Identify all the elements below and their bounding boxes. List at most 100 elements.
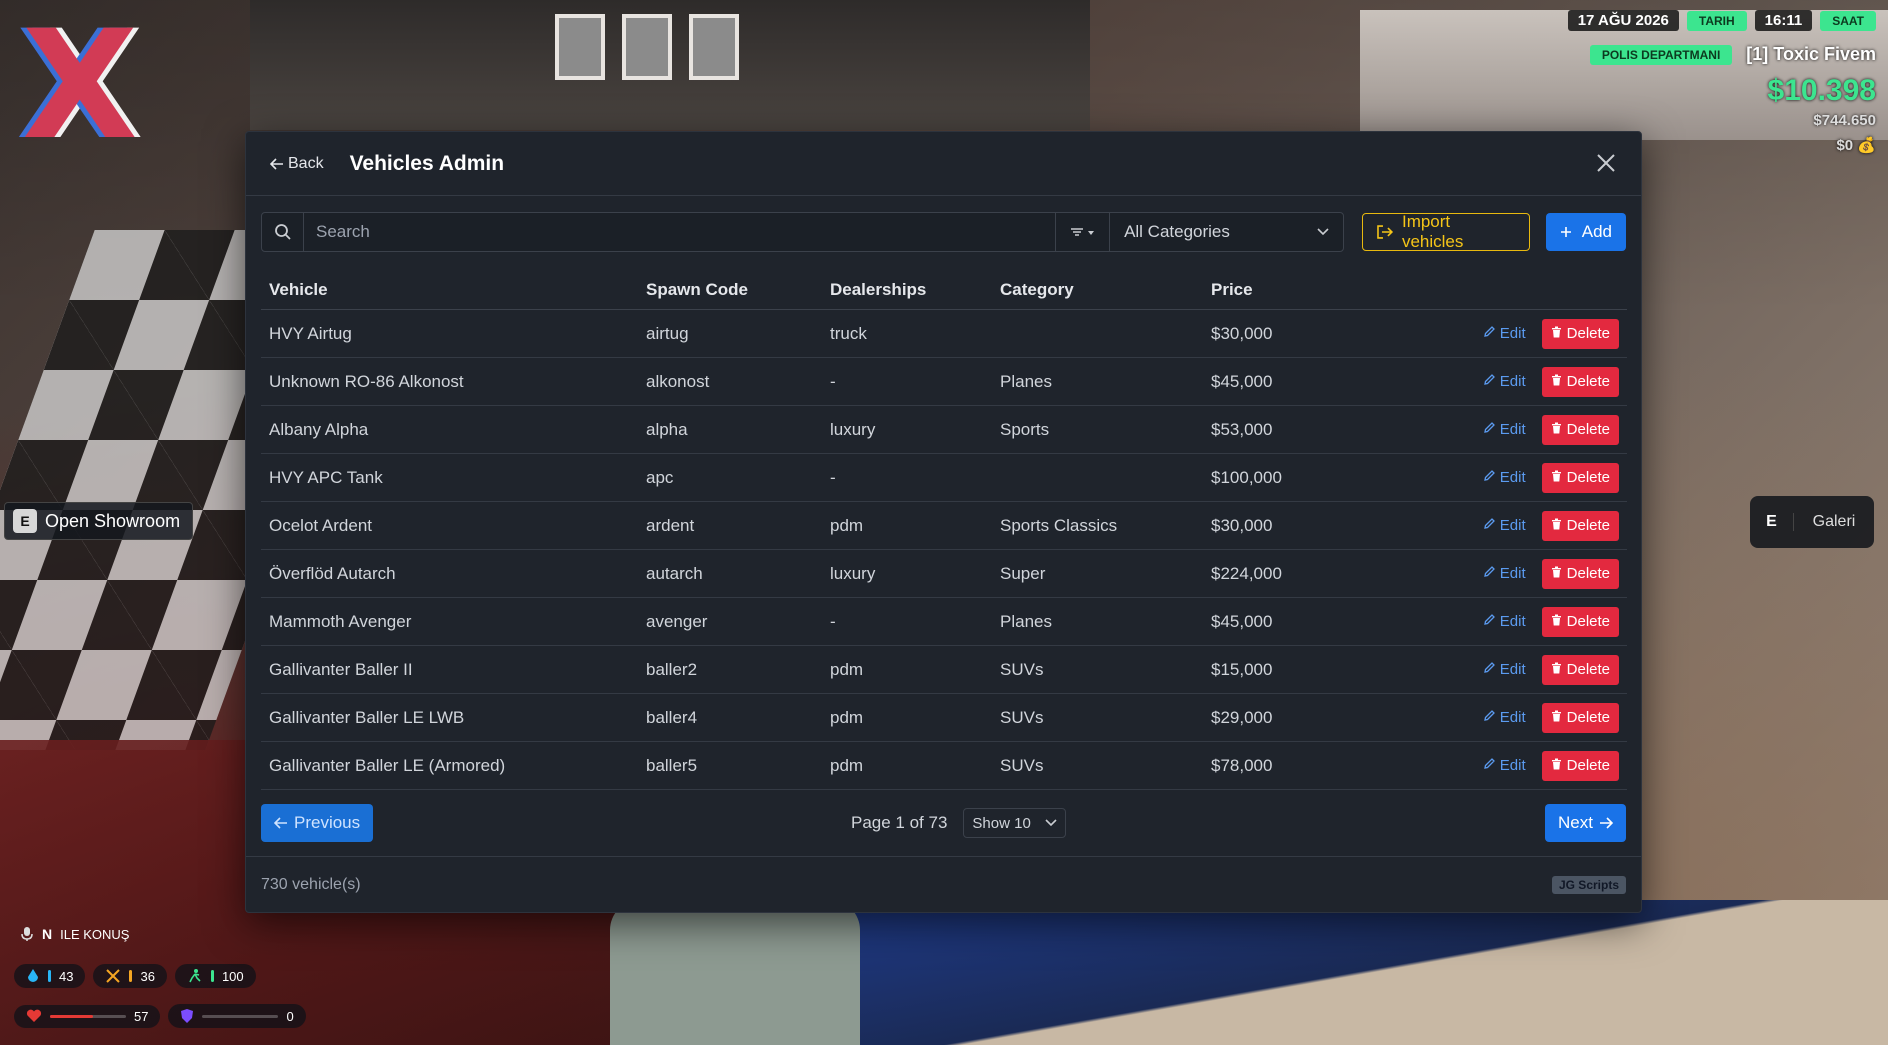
category: Super: [1000, 563, 1046, 583]
dealership: -: [830, 371, 836, 391]
delete-button[interactable]: Delete: [1541, 702, 1619, 733]
row-actions: Edit Delete: [1411, 462, 1627, 493]
delete-button[interactable]: Delete: [1541, 558, 1619, 589]
table-row: Gallivanter Baller LE (Armored) baller5 pd…: [261, 742, 1627, 790]
page-size-select[interactable]: Show 10: [963, 808, 1066, 838]
row-actions: Edit Delete: [1411, 558, 1627, 589]
add-button[interactable]: Add: [1545, 213, 1626, 251]
back-button[interactable]: Back: [270, 155, 324, 173]
running-icon: [189, 969, 201, 983]
health-bar: [50, 1014, 126, 1018]
edit-button[interactable]: Edit: [1483, 661, 1526, 678]
column-category: Category: [1000, 279, 1074, 299]
chevron-down-icon: [1045, 819, 1057, 827]
search-input[interactable]: [304, 213, 1056, 251]
price: $100,000: [1211, 467, 1282, 487]
voice-hint: N ILE KONUŞ: [20, 926, 129, 942]
edit-button[interactable]: Edit: [1483, 517, 1526, 534]
delete-button[interactable]: Delete: [1541, 654, 1619, 685]
arrow-left-icon: [270, 157, 283, 170]
edit-button[interactable]: Edit: [1483, 709, 1526, 726]
hud-time-label: SAAT: [1820, 10, 1876, 31]
edit-button[interactable]: Edit: [1483, 757, 1526, 774]
edit-button[interactable]: Edit: [1483, 613, 1526, 630]
vehicle-name: Gallivanter Baller LE LWB: [269, 707, 465, 727]
trash-icon: [1551, 517, 1562, 534]
brand-badge: JG Scripts: [1551, 875, 1626, 894]
row-actions: Edit Delete: [1411, 414, 1627, 445]
table-row: HVY APC Tank apc - $100,000 Edit Delete: [261, 454, 1627, 502]
delete-label: Delete: [1566, 373, 1610, 390]
delete-label: Delete: [1566, 661, 1610, 678]
background-wall: [250, 0, 1090, 130]
edit-button[interactable]: Edit: [1483, 421, 1526, 438]
trash-icon: [1551, 373, 1562, 390]
voice-label: ILE KONUŞ: [60, 926, 130, 942]
delete-button[interactable]: Delete: [1541, 462, 1619, 493]
delete-button[interactable]: Delete: [1541, 366, 1619, 397]
import-vehicles-button[interactable]: Import vehicles: [1362, 212, 1530, 251]
category: Sports: [1000, 419, 1050, 439]
category: Sports Classics: [1000, 515, 1118, 535]
import-vehicles-label: Import vehicles: [1401, 212, 1464, 251]
showroom-label: Open Showroom: [45, 510, 181, 531]
spawn-code: alkonost: [646, 371, 710, 391]
armor-bar: [202, 1014, 279, 1018]
filter-icon: [1070, 228, 1094, 236]
table-row: Ocelot Ardent ardent pdm Sports Classics $30…: [261, 502, 1627, 550]
edit-button[interactable]: Edit: [1483, 325, 1526, 342]
import-icon: [1377, 225, 1394, 239]
hud-datetime: 17 AĞU 2026 TARIH 16:11 SAAT: [1567, 10, 1876, 31]
food-stat: 36: [93, 964, 167, 988]
previous-button[interactable]: Previous: [261, 804, 374, 842]
water-drop-icon: [28, 969, 38, 982]
edit-button[interactable]: Edit: [1483, 565, 1526, 582]
table-row: Överflöd Autarch autarch luxury Super $224,0…: [261, 550, 1627, 598]
background-frame: [622, 14, 672, 80]
spawn-code: baller4: [646, 707, 698, 727]
dealership: -: [830, 467, 836, 487]
column-spawn-code: Spawn Code: [646, 279, 749, 299]
price: $15,000: [1211, 659, 1273, 679]
water-bar-icon: [48, 970, 51, 982]
edit-button[interactable]: Edit: [1483, 373, 1526, 390]
search-icon: [262, 213, 304, 251]
delete-button[interactable]: Delete: [1541, 606, 1619, 637]
background-frame: [555, 14, 605, 80]
vehicle-count: 730 vehicle(s): [261, 875, 361, 893]
vehicle-name: Gallivanter Baller LE (Armored): [269, 755, 506, 775]
table-header: Vehicle Spawn Code Dealerships Category …: [261, 270, 1627, 310]
arrow-right-icon: [1600, 817, 1613, 829]
category-select[interactable]: All Categories: [1109, 213, 1343, 251]
delete-button[interactable]: Delete: [1541, 318, 1619, 349]
filter-button[interactable]: [1055, 213, 1109, 251]
delete-button[interactable]: Delete: [1541, 414, 1619, 445]
galeri-hint: E Galeri: [1750, 496, 1874, 548]
modal-header: Back Vehicles Admin: [246, 132, 1641, 196]
page-title: Vehicles Admin: [349, 151, 505, 175]
pencil-icon: [1483, 661, 1496, 678]
edit-button[interactable]: Edit: [1483, 469, 1526, 486]
dealership: luxury: [830, 563, 876, 583]
spawn-code: baller5: [646, 755, 698, 775]
delete-label: Delete: [1566, 613, 1610, 630]
price: $45,000: [1211, 611, 1273, 631]
dealership: pdm: [830, 755, 864, 775]
next-button[interactable]: Next: [1545, 804, 1626, 842]
delete-button[interactable]: Delete: [1541, 750, 1619, 781]
trash-icon: [1551, 469, 1562, 486]
column-price: Price: [1211, 279, 1253, 299]
pencil-icon: [1483, 373, 1496, 390]
shield-icon: [181, 1009, 194, 1023]
delete-label: Delete: [1566, 421, 1610, 438]
next-label: Next: [1558, 813, 1593, 832]
row-actions: Edit Delete: [1411, 654, 1627, 685]
delete-button[interactable]: Delete: [1541, 510, 1619, 541]
page-size-value: Show 10: [972, 814, 1031, 832]
close-icon[interactable]: [1593, 150, 1619, 176]
edit-label: Edit: [1499, 661, 1526, 678]
column-vehicle: Vehicle: [269, 279, 328, 299]
dealership: pdm: [830, 515, 864, 535]
pagination: Previous Page 1 of 73 Show 10 Next: [261, 804, 1626, 842]
vehicle-name: HVY APC Tank: [269, 467, 383, 487]
